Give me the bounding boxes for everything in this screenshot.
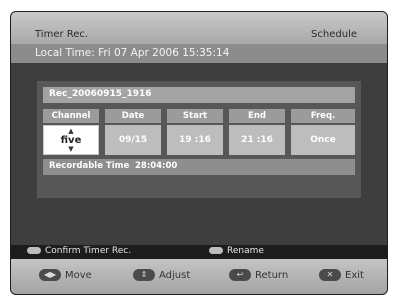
column-header-channel: Channel	[43, 109, 99, 123]
page-title: Timer Rec.	[35, 29, 89, 40]
rename-hint[interactable]: Rename	[209, 246, 264, 256]
red-key-icon	[27, 247, 41, 254]
adjust-label: Adjust	[159, 270, 191, 281]
adjust-button[interactable]: ⇕ Adjust	[133, 269, 190, 281]
navigation-bar: ◀▶ Move ⇕ Adjust ↩ Return ✕ Exit	[11, 259, 387, 294]
frequency-field[interactable]: Once	[291, 125, 355, 155]
column-header-end: End	[229, 109, 285, 123]
title-bar: Timer Rec. Schedule	[11, 12, 387, 44]
up-arrow-icon[interactable]: ▲	[44, 127, 98, 135]
date-field[interactable]: 09/15	[105, 125, 161, 155]
recording-name: Rec_20060915_1916	[49, 89, 152, 99]
timer-panel: Rec_20060915_1916 Channel Date Start End…	[37, 81, 361, 198]
recordable-time-label: Recordable Time	[49, 161, 130, 171]
down-arrow-icon[interactable]: ▼	[44, 145, 98, 153]
return-icon: ↩	[229, 269, 251, 281]
recordable-time-value: 28:04:00	[135, 161, 178, 171]
move-label: Move	[65, 270, 92, 281]
recordable-time-bar: Recordable Time 28:04:00	[43, 159, 355, 175]
exit-icon: ✕	[319, 269, 341, 281]
confirm-hint-label: Confirm Timer Rec.	[45, 246, 132, 256]
exit-label: Exit	[345, 270, 364, 281]
column-header-date: Date	[105, 109, 161, 123]
column-header-start: Start	[167, 109, 223, 123]
move-button[interactable]: ◀▶ Move	[39, 269, 92, 281]
start-time-field[interactable]: 19 :16	[167, 125, 223, 155]
mode-label: Schedule	[311, 29, 357, 40]
recording-name-field[interactable]: Rec_20060915_1916	[43, 87, 355, 103]
exit-button[interactable]: ✕ Exit	[319, 269, 364, 281]
confirm-hint[interactable]: Confirm Timer Rec.	[27, 246, 131, 256]
channel-selector[interactable]: ▲ five ▼	[43, 125, 99, 155]
column-header-freq: Freq.	[291, 109, 355, 123]
end-time-field[interactable]: 21 :16	[229, 125, 285, 155]
tv-screen: Timer Rec. Schedule Local Time: Fri 07 A…	[10, 11, 388, 295]
ok-button-icon: ◀▶	[39, 269, 61, 281]
return-label: Return	[255, 270, 289, 281]
up-down-icon: ⇕	[133, 269, 155, 281]
local-time-text: Local Time: Fri 07 Apr 2006 15:35:14	[35, 47, 230, 59]
rename-hint-label: Rename	[227, 246, 264, 256]
hint-bar: Confirm Timer Rec. Rename	[11, 245, 387, 259]
return-button[interactable]: ↩ Return	[229, 269, 288, 281]
green-key-icon	[209, 247, 223, 254]
local-time-bar: Local Time: Fri 07 Apr 2006 15:35:14	[11, 44, 387, 63]
